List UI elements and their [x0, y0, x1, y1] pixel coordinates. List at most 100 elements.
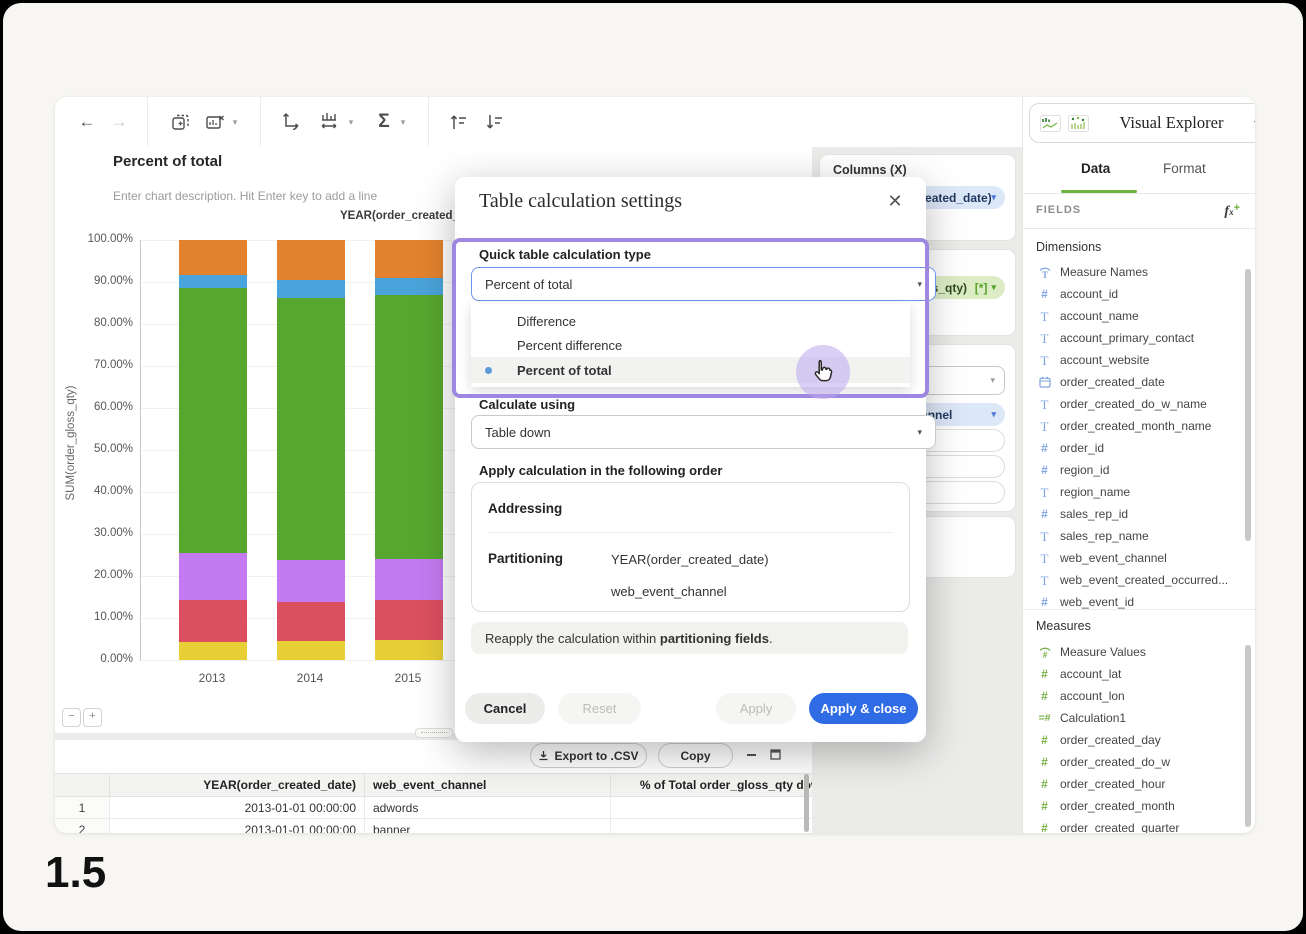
swap-axes-icon[interactable] — [278, 110, 302, 134]
pill-chevron-icon[interactable]: ▾ — [991, 192, 996, 203]
bar-segment[interactable] — [375, 559, 443, 600]
chart-description-placeholder[interactable]: Enter chart description. Hit Enter key t… — [113, 189, 377, 203]
dimension-item-region-name[interactable]: Tregion_name — [1023, 481, 1248, 503]
partitioning-field[interactable]: web_event_channel — [611, 584, 727, 599]
measure-item-order-created-day[interactable]: #order_created_day — [1023, 729, 1248, 751]
measures-scrollbar[interactable] — [1245, 645, 1251, 827]
toolbar-divider — [147, 97, 148, 147]
back-icon[interactable]: ← — [75, 110, 99, 134]
dimension-item-sales-rep-name[interactable]: Tsales_rep_name — [1023, 525, 1248, 547]
bar-segment[interactable] — [179, 240, 247, 275]
dimension-item-order-created-month-name[interactable]: Torder_created_month_name — [1023, 415, 1248, 437]
bar-segment[interactable] — [179, 288, 247, 553]
pill-chevron-icon[interactable]: ▾ — [991, 282, 996, 293]
bar-segment[interactable] — [375, 278, 443, 295]
dimension-item-measure-names[interactable]: TMeasure Names — [1023, 261, 1248, 283]
text-icon: T — [1037, 310, 1052, 323]
sort-descending-icon[interactable] — [483, 110, 507, 134]
measure-names-icon: T — [1037, 266, 1052, 279]
stacked-bar-2015[interactable] — [375, 240, 443, 660]
dimensions-scrollbar[interactable] — [1245, 269, 1251, 541]
measure-item-calculation1[interactable]: =#Calculation1 — [1023, 707, 1248, 729]
zoom-in-button[interactable]: + — [83, 708, 102, 727]
stacked-bar-2014[interactable] — [277, 240, 345, 660]
dimension-item-sales-rep-id[interactable]: #sales_rep_id — [1023, 503, 1248, 525]
bar-width-chevron-icon[interactable]: ▾ — [345, 110, 357, 134]
bar-segment[interactable] — [179, 275, 247, 288]
table-header-cell[interactable]: web_event_channel — [365, 774, 611, 797]
dimension-item-web-event-channel[interactable]: Tweb_event_channel — [1023, 547, 1248, 569]
bar-width-icon[interactable] — [318, 110, 342, 134]
panel-resize-handle[interactable] — [415, 728, 453, 738]
mini-bar-chart-icon — [1068, 115, 1089, 132]
sigma-chevron-icon[interactable]: ▾ — [397, 110, 409, 134]
cancel-button[interactable]: Cancel — [465, 693, 545, 724]
bar-segment[interactable] — [179, 553, 247, 600]
measure-item-order-created-quarter[interactable]: #order_created_quarter — [1023, 817, 1248, 833]
measure-item-order-created-hour[interactable]: #order_created_hour — [1023, 773, 1248, 795]
bar-segment[interactable] — [277, 641, 345, 660]
partitioning-field[interactable]: YEAR(order_created_date) — [611, 552, 769, 567]
measure-item-measure-values[interactable]: #Measure Values — [1023, 641, 1248, 663]
table-header-cell[interactable]: % of Total order_gloss_qty down table — [611, 774, 813, 797]
measure-item-account-lat[interactable]: #account_lat — [1023, 663, 1248, 685]
bar-segment[interactable] — [277, 560, 345, 602]
export-csv-button[interactable]: Export to .CSV — [530, 743, 647, 768]
bar-segment[interactable] — [375, 295, 443, 560]
table-header-cell[interactable] — [55, 774, 110, 797]
close-icon[interactable]: ✕ — [884, 191, 906, 212]
table-scrollbar[interactable] — [804, 774, 809, 832]
tab-data[interactable]: Data — [1081, 161, 1110, 176]
number-icon: # — [1037, 668, 1052, 680]
zoom-out-button[interactable]: − — [62, 708, 81, 727]
dimension-item-web-event-created-occurred-[interactable]: Tweb_event_created_occurred... — [1023, 569, 1248, 591]
measure-item-account-lon[interactable]: #account_lon — [1023, 685, 1248, 707]
visual-explorer-switcher[interactable]: Visual Explorer ▾ — [1029, 103, 1255, 143]
add-calculation-icon[interactable]: fx+ — [1224, 202, 1240, 220]
measure-item-order-created-month[interactable]: #order_created_month — [1023, 795, 1248, 817]
dimension-item-account-name[interactable]: Taccount_name — [1023, 305, 1248, 327]
measure-item-order-created-do-w[interactable]: #order_created_do_w — [1023, 751, 1248, 773]
result-table[interactable]: YEAR(order_created_date)web_event_channe… — [55, 773, 812, 833]
pill-chevron-icon[interactable]: ▾ — [991, 409, 996, 420]
duplicate-chart-icon[interactable] — [168, 110, 192, 134]
dimension-item-account-primary-contact[interactable]: Taccount_primary_contact — [1023, 327, 1248, 349]
dimension-item-order-created-date[interactable]: order_created_date — [1023, 371, 1248, 393]
calculate-using-label: Calculate using — [479, 397, 575, 412]
table-row[interactable]: 12013-01-01 00:00:00adwords0.08452 — [55, 797, 812, 819]
dimension-item-account-website[interactable]: Taccount_website — [1023, 349, 1248, 371]
dimension-item-order-created-do-w-name[interactable]: Torder_created_do_w_name — [1023, 393, 1248, 415]
sort-ascending-icon[interactable] — [447, 110, 471, 134]
bar-segment[interactable] — [277, 602, 345, 641]
bar-segment[interactable] — [375, 240, 443, 278]
dimension-item-order-id[interactable]: #order_id — [1023, 437, 1248, 459]
chart-title[interactable]: Percent of total — [113, 153, 222, 170]
dimension-item-account-id[interactable]: #account_id — [1023, 283, 1248, 305]
calculate-using-select[interactable]: Table down ▾ — [471, 415, 936, 449]
table-header-cell[interactable]: YEAR(order_created_date) — [110, 774, 365, 797]
forward-icon[interactable]: → — [107, 110, 131, 134]
dimension-item-web-event-id[interactable]: #web_event_id — [1023, 591, 1248, 609]
clear-chart-chevron-icon[interactable]: ▾ — [229, 110, 241, 134]
table-row[interactable]: 22013-01-01 00:00:00banner0.03065 — [55, 819, 812, 834]
clear-chart-icon[interactable] — [203, 110, 227, 134]
apply-button[interactable]: Apply — [716, 693, 796, 724]
hand-cursor-icon — [809, 357, 837, 387]
bar-segment[interactable] — [277, 298, 345, 561]
apply-close-button[interactable]: Apply & close — [809, 693, 918, 724]
maximize-panel-icon[interactable] — [769, 748, 782, 763]
bar-segment[interactable] — [375, 640, 443, 660]
bar-segment[interactable] — [375, 600, 443, 640]
stacked-bar-2013[interactable] — [179, 240, 247, 660]
tab-format[interactable]: Format — [1163, 161, 1206, 176]
minimize-panel-icon[interactable] — [745, 748, 758, 763]
dimension-item-region-id[interactable]: #region_id — [1023, 459, 1248, 481]
bar-segment[interactable] — [277, 240, 345, 280]
reset-button[interactable]: Reset — [558, 693, 641, 724]
x-tick-label: 2014 — [276, 671, 344, 685]
bar-segment[interactable] — [179, 642, 247, 660]
sigma-aggregate-icon[interactable]: Σ — [372, 110, 396, 134]
bar-segment[interactable] — [277, 280, 345, 297]
copy-button[interactable]: Copy — [658, 743, 733, 768]
bar-segment[interactable] — [179, 600, 247, 642]
